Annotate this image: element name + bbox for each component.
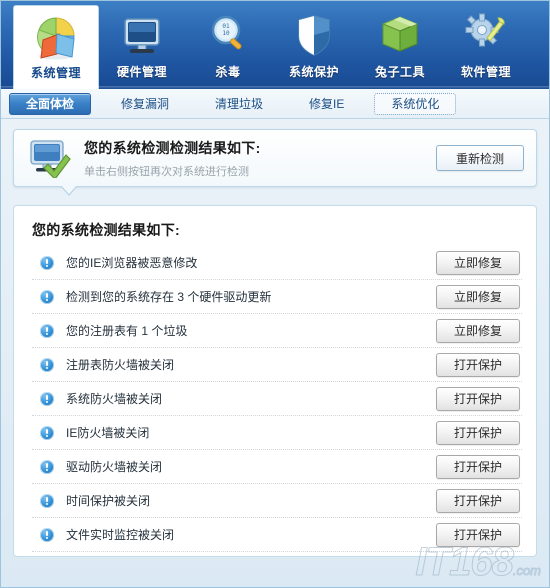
tab-fix-vulnerabilities[interactable]: 修复漏洞 [105,93,185,115]
tab-full-checkup[interactable]: 全面体检 [9,92,92,115]
tab-label: 修复IE [309,97,345,111]
shield-icon [288,11,340,61]
info-panel-wrapper: 您的系统检测检测结果如下: 单击右侧按钮再次对系统进行检测 重新检测 [1,119,549,196]
row-label: 您的注册表有 1 个垃圾 [66,324,188,338]
nav-item-software-management[interactable]: 软件管理 [443,5,529,85]
sub-tab-bar: 全面体检 修复漏洞 清理垃圾 修复IE 系统优化 [1,89,549,119]
nav-item-label: 硬件管理 [116,65,167,79]
tab-system-optimization[interactable]: 系统优化 [374,92,457,115]
tab-repair-ie[interactable]: 修复IE [293,93,360,115]
monitor-icon [116,11,168,61]
warning-info-icon [40,425,54,440]
warning-info-icon [40,357,54,372]
warning-info-icon [40,323,54,338]
row-action-button[interactable]: 打开保护 [436,386,520,411]
row-action-button[interactable]: 打开保护 [436,454,520,479]
row-label: 系统防火墙被关闭 [66,392,163,406]
row-label: 您的IE浏览器被恶意修改 [66,256,198,270]
green-box-icon [374,11,426,61]
row-action-button[interactable]: 立即修复 [436,284,520,309]
warning-info-icon [40,255,54,270]
scan-summary-panel: 您的系统检测检测结果如下: 单击右侧按钮再次对系统进行检测 重新检测 [13,129,537,196]
nav-item-label: 系统保护 [288,65,339,79]
scan-summary-subtitle: 单击右侧按钮再次对系统进行检测 [84,165,249,178]
warning-info-icon [40,527,54,542]
nav-item-label: 软件管理 [460,65,511,79]
row-action-button[interactable]: 打开保护 [436,352,520,377]
nav-item-system-management[interactable]: 系统管理 [13,5,99,89]
nav-item-system-protection[interactable]: 系统保护 [271,5,357,85]
monitor-check-icon [28,138,72,180]
row-action-button[interactable]: 立即修复 [436,318,520,343]
tab-label: 系统优化 [391,97,440,111]
scan-summary-texts: 您的系统检测检测结果如下: 单击右侧按钮再次对系统进行检测 [84,138,436,179]
row-action-button[interactable]: 打开保护 [436,488,520,513]
svg-text:01: 01 [222,23,230,30]
nav-item-label: 杀毒 [215,65,241,79]
application-window: 系统管理 硬件管理 01 10 杀毒 系统保护 兔子工具 软件管理 全面体检 修… [0,0,550,588]
tab-clean-junk[interactable]: 清理垃圾 [199,93,279,115]
table-row[interactable]: 注册表防火墙被关闭 打开保护 [32,348,522,382]
row-label: 驱动防火墙被关闭 [66,460,163,474]
bubble-pointer-inner [60,184,78,194]
row-label: 文件实时监控被关闭 [66,528,175,542]
table-row[interactable]: 驱动防火墙被关闭 打开保护 [32,450,522,484]
row-action-button[interactable]: 打开保护 [436,420,520,445]
gear-wrench-icon [460,11,512,61]
watermark-suffix: .com [512,563,541,579]
tab-label: 清理垃圾 [215,97,264,111]
tab-label: 修复漏洞 [121,97,170,111]
nav-item-antivirus[interactable]: 01 10 杀毒 [185,5,271,85]
table-row[interactable]: 您的IE浏览器被恶意修改 立即修复 [32,246,522,280]
scan-summary-title: 您的系统检测检测结果如下: [84,139,261,156]
table-row[interactable]: 时间保护被关闭 打开保护 [32,484,522,518]
results-title: 您的系统检测结果如下: [32,222,180,238]
row-label: 检测到您的系统存在 3 个硬件驱动更新 [66,290,272,304]
row-label: 时间保护被关闭 [66,494,151,508]
warning-info-icon [40,391,54,406]
nav-item-label: 系统管理 [30,66,81,80]
row-label: 注册表防火墙被关闭 [66,358,175,372]
results-card: 您的系统检测结果如下: 您的IE浏览器被恶意修改 立即修复 检测到您的系统存在 … [13,205,537,557]
row-action-button[interactable]: 立即修复 [436,250,520,275]
main-navigation-bar: 系统管理 硬件管理 01 10 杀毒 系统保护 兔子工具 软件管理 [1,1,549,89]
table-row[interactable]: 检测到您的系统存在 3 个硬件驱动更新 立即修复 [32,280,522,314]
magnifier-icon: 01 10 [202,11,254,61]
table-row[interactable]: 您的注册表有 1 个垃圾 立即修复 [32,314,522,348]
nav-item-label: 兔子工具 [374,65,425,79]
warning-info-icon [40,493,54,508]
tab-label: 全面体检 [26,97,75,111]
svg-text:10: 10 [222,30,230,37]
nav-item-rabbit-tools[interactable]: 兔子工具 [357,5,443,85]
rescan-button[interactable]: 重新检测 [436,145,524,171]
table-row[interactable]: 系统防火墙被关闭 打开保护 [32,382,522,416]
table-row[interactable]: 文件实时监控被关闭 打开保护 [32,518,522,552]
row-label: IE防火墙被关闭 [66,426,150,440]
row-action-button[interactable]: 打开保护 [436,522,520,547]
pie-chart-icon [30,12,82,62]
warning-info-icon [40,289,54,304]
table-row[interactable]: IE防火墙被关闭 打开保护 [32,416,522,450]
nav-item-hardware-management[interactable]: 硬件管理 [99,5,185,85]
warning-info-icon [40,459,54,474]
